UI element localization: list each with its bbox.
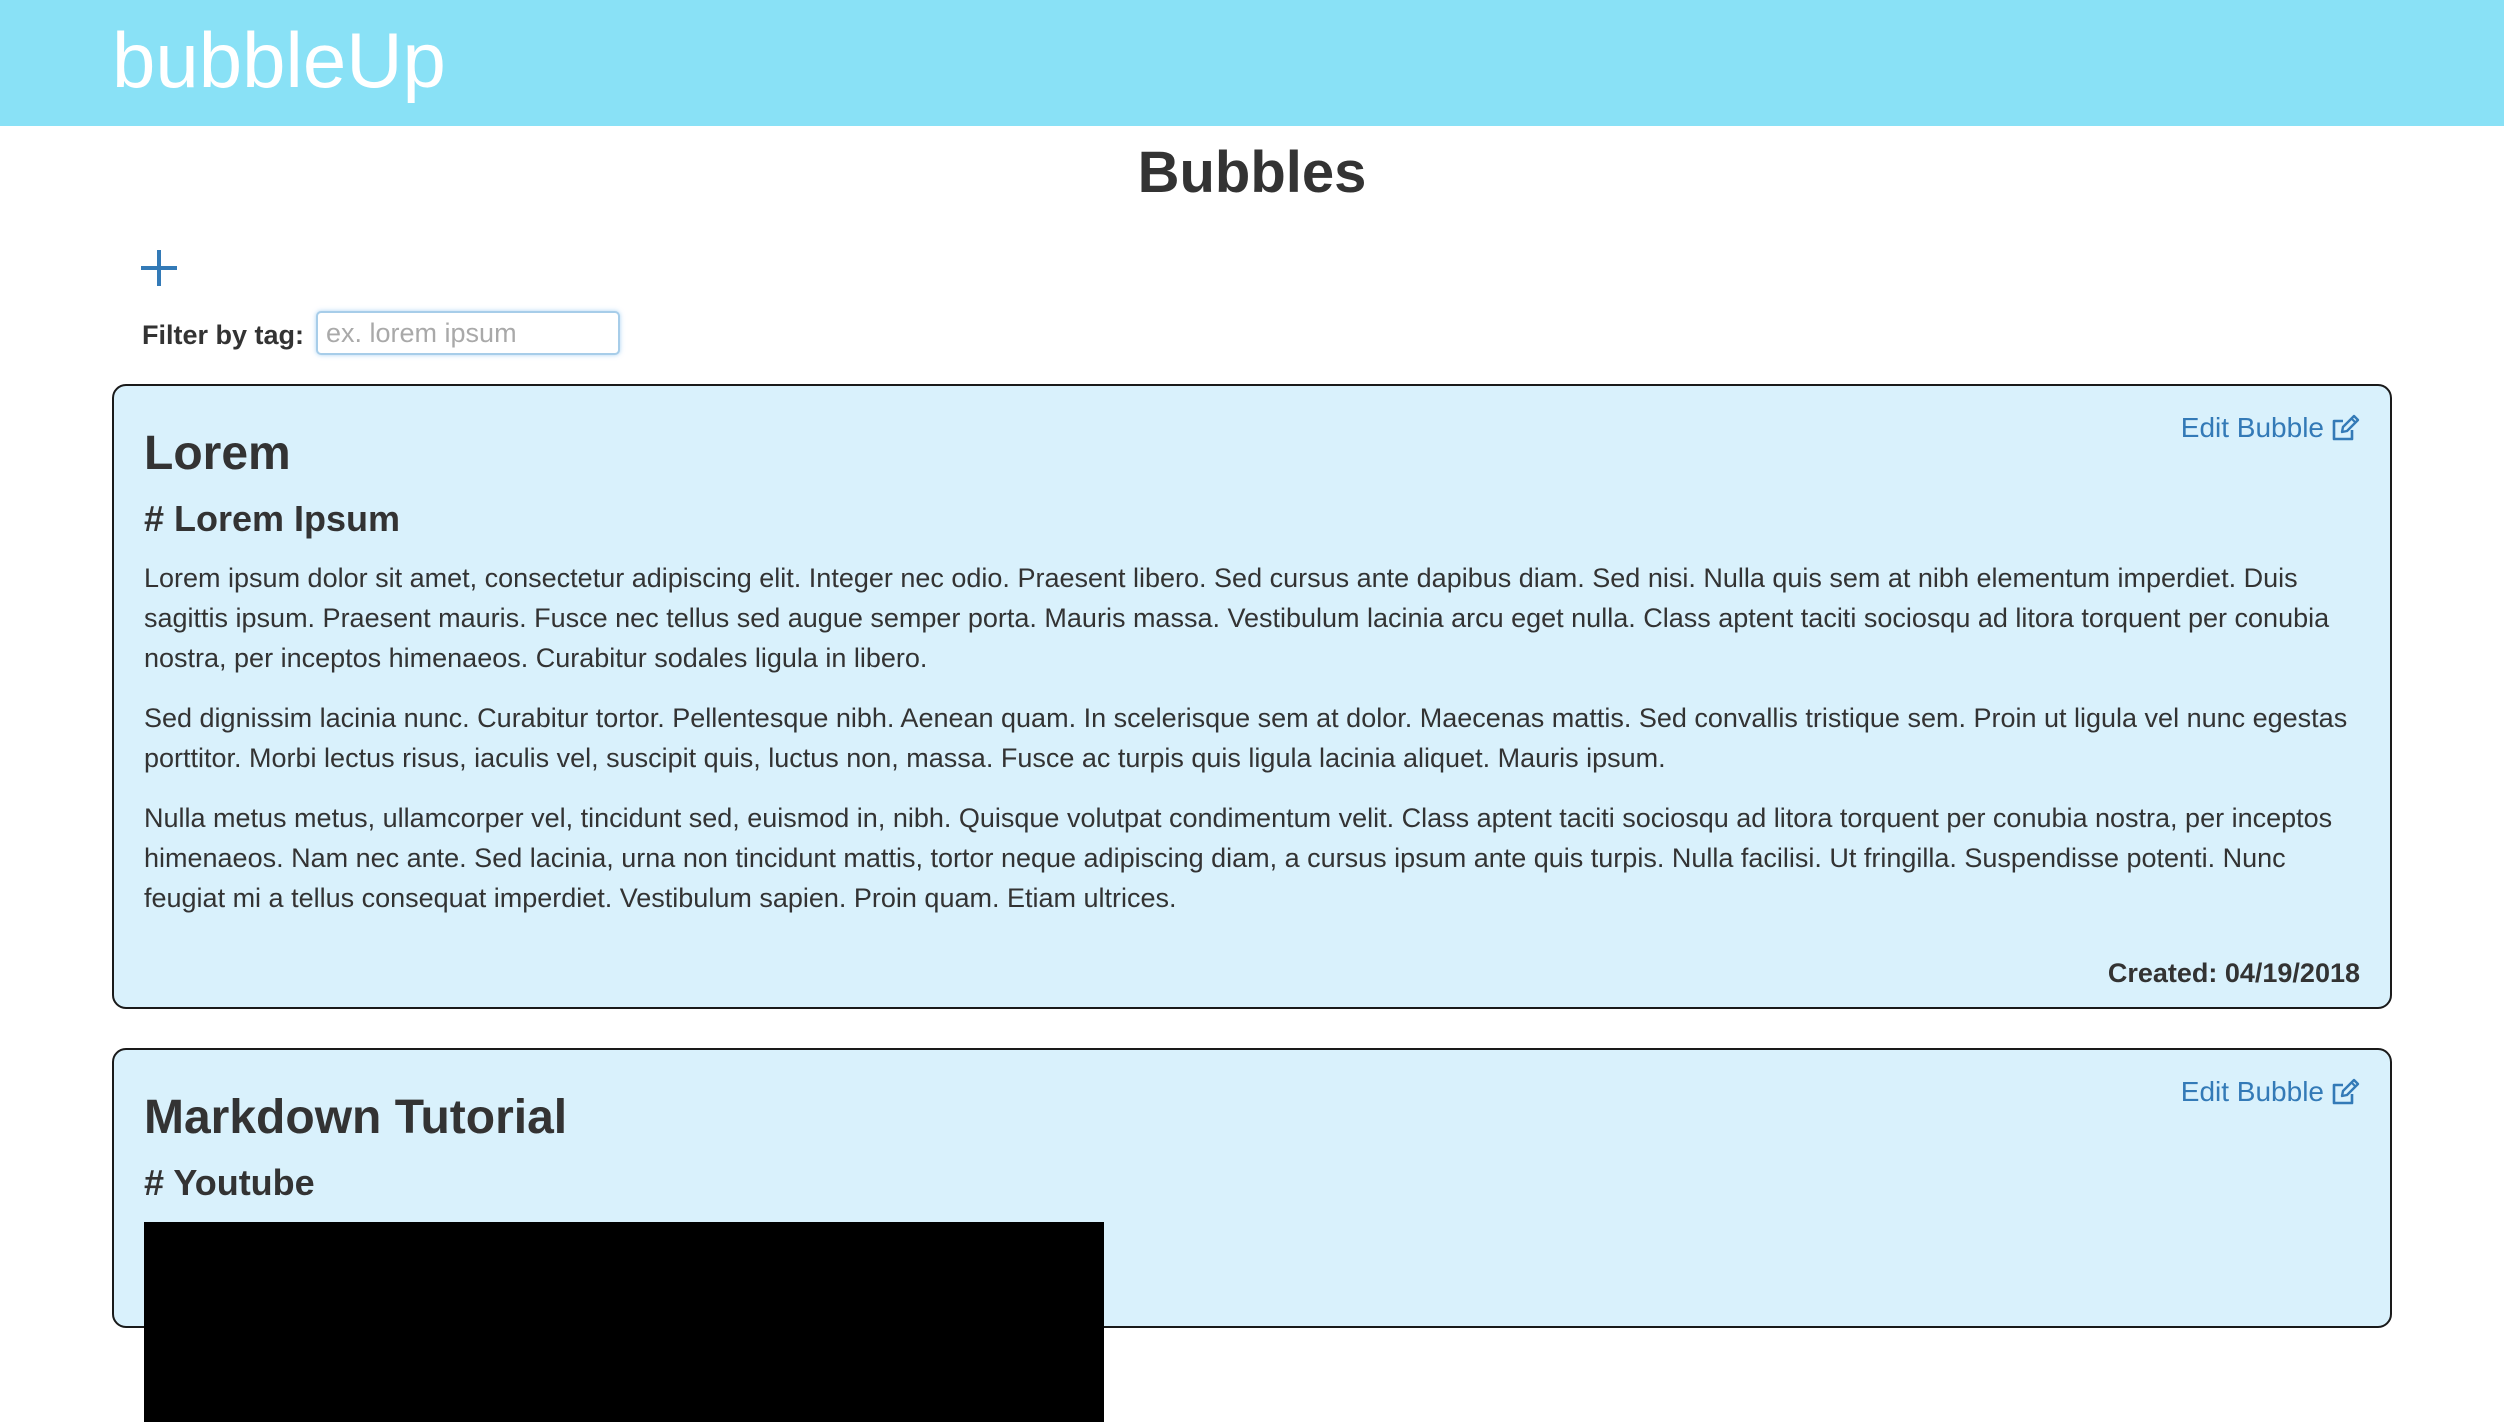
brand-logo[interactable]: bubbleUp [112,10,446,110]
bubble-title: Lorem [144,427,291,480]
navbar: bubbleUp [0,0,2504,126]
bubble-body: Lorem ipsum dolor sit amet, consectetur … [144,558,2364,938]
edit-bubble-label: Edit Bubble [2180,1076,2324,1107]
bubble-title: Markdown Tutorial [144,1091,568,1144]
edit-bubble-link[interactable]: Edit Bubble [2181,408,2360,448]
filter-tag-input[interactable] [316,311,620,355]
created-date: Created: 04/19/2018 [2107,958,2360,988]
bubble-paragraph: Nulla metus metus, ullamcorper vel, tinc… [144,803,2333,913]
edit-bubble-label: Edit Bubble [2180,412,2324,443]
edit-icon [2332,1078,2360,1105]
bubble-paragraph: Lorem ipsum dolor sit amet, consectetur … [144,563,2330,673]
bubble-heading: # Lorem Ipsum [144,498,401,539]
bubble-card: Edit Bubble Lorem # Lorem Ipsum Lorem ip… [112,384,2392,1009]
bubble-paragraph: Sed dignissim lacinia nunc. Curabitur to… [144,703,2348,773]
bubble-card: Edit Bubble Markdown Tutorial # Youtube [112,1048,2392,1422]
edit-icon [2332,414,2360,441]
edit-bubble-link[interactable]: Edit Bubble [2181,1072,2360,1112]
add-bubble-button[interactable] [141,250,177,286]
youtube-video-embed[interactable] [144,1222,1104,1422]
filter-label: Filter by tag: [142,320,305,350]
bubble-heading: # Youtube [144,1162,315,1203]
page-title: Bubbles [1137,140,1367,205]
